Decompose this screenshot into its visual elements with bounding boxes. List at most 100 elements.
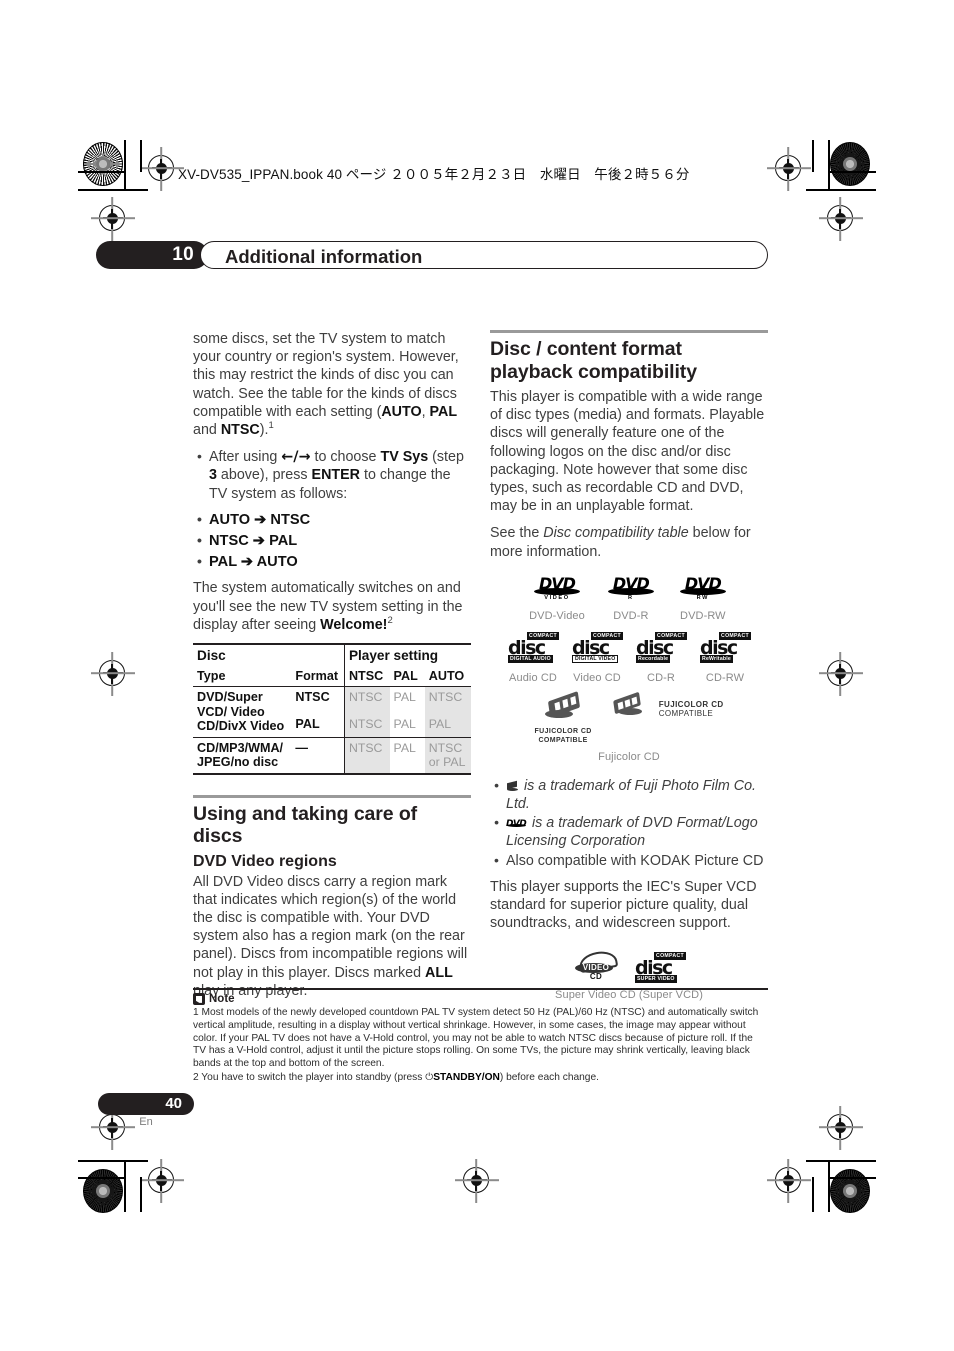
- see-table-pre: See the: [490, 525, 544, 542]
- registration-rosette-top-left: [83, 142, 123, 186]
- section-heading-compatibility: Disc / content format playback compatibi…: [490, 338, 697, 383]
- table-header-disc: Disc: [193, 643, 345, 667]
- logo-caption: CD-RW: [705, 671, 745, 684]
- dvd-r-logo-icon: DVD R: [605, 574, 657, 602]
- footnote-ref-2: 2: [387, 615, 393, 627]
- table-col-format: Format: [295, 669, 339, 684]
- crop-mark-br-h: [806, 1160, 876, 1162]
- note-block: Note 1 Most models of the newly develope…: [193, 988, 768, 1085]
- section-rule: [490, 330, 768, 333]
- see-table-italic: Disc compatibility table: [543, 525, 689, 542]
- table-col-ntsc: NTSC: [343, 666, 390, 687]
- tv-system-transitions: AUTO ➔ NTSC NTSC ➔ PAL PAL ➔ AUTO: [193, 510, 471, 572]
- table-cell-format: PAL: [295, 716, 320, 731]
- registration-rosette-bottom-left: [83, 1169, 123, 1213]
- svcd-video-cd-logo-icon: VIDEO CD: [573, 949, 619, 982]
- note-2-bold: STANDBY/ON: [433, 1072, 500, 1084]
- tv-system-steps: After using ←/→ to choose TV Sys (step 3…: [193, 447, 471, 503]
- chapter-title-bar: Additional information: [200, 241, 768, 269]
- after-bold-welcome: Welcome!: [320, 616, 388, 633]
- logo-caption: CD-R: [647, 671, 675, 684]
- list-item-trademark: DVD is a trademark of DVD Format/Logo Li…: [490, 813, 768, 850]
- dvd-regions-paragraph: All DVD Video discs carry a region mark …: [193, 873, 471, 1000]
- intro-bold-pal: PAL: [429, 403, 458, 420]
- crop-mark-tl-h2: [78, 171, 126, 173]
- svcd-cd-text: CD: [589, 972, 603, 982]
- table-cell-type: DVD/Super VCD/ Video CD/DivX Video: [193, 686, 292, 738]
- dvd-ellipse: [607, 587, 654, 595]
- svcd-video-text: VIDEO: [582, 963, 610, 973]
- intro-sep-1: ,: [421, 403, 430, 420]
- registration-target-bottom-right: [827, 1114, 853, 1140]
- dvd-sublabel: RW: [696, 594, 710, 601]
- table-col-auto: AUTO: [428, 669, 465, 684]
- audio-cd-logo-icon: COMPACT disc DIGITAL AUDIO: [508, 631, 559, 664]
- list-item-transition: AUTO ➔ NTSC: [193, 510, 471, 529]
- tv-system-table: Disc Player setting Type Format NTSC PAL…: [193, 643, 471, 775]
- logo-video-cd: COMPACT disc DIGITAL VIDEO Video CD: [572, 631, 623, 684]
- intro-bold-auto: AUTO: [381, 403, 422, 420]
- table-cell-pal: PAL: [389, 709, 425, 738]
- crop-mark-tl-h: [78, 189, 148, 191]
- page-language: En: [139, 1116, 153, 1128]
- dvd-sublabel: VIDEO: [544, 594, 570, 601]
- crop-mark-br-v2: [812, 1177, 814, 1212]
- step-pre: After using: [209, 449, 282, 466]
- fujicolor-logo-group: FUJICOLOR CD COMPATIBLE FUJICOLOR CD COM…: [490, 690, 768, 763]
- logo-caption: Fujicolor CD: [598, 750, 660, 763]
- cd-r-logo-icon: COMPACT disc Recordable: [636, 631, 687, 664]
- crop-mark-bl-v2: [140, 1177, 142, 1212]
- fujicolor-label-line-2: COMPATIBLE: [538, 736, 588, 744]
- trademark-text: is a trademark of DVD Format/Logo Licens…: [506, 815, 758, 850]
- table-cell-pal: PAL: [389, 736, 425, 775]
- registration-target-top-right: [775, 155, 801, 181]
- fujicolor-label-line-1: FUJICOLOR CD: [534, 727, 592, 735]
- list-item-transition: PAL ➔ AUTO: [193, 552, 471, 571]
- fuji-mark-icon: [506, 780, 520, 791]
- table-cell-ntsc: NTSC: [343, 736, 390, 775]
- step-bold-number: 3: [209, 467, 217, 484]
- right-column: Disc / content format playback compatibi…: [490, 330, 768, 1001]
- region-bold-all: ALL: [425, 964, 453, 981]
- dvd-ellipse: [679, 587, 726, 595]
- discs-care-section: Using and taking care of discs DVD Video…: [193, 794, 471, 1000]
- dvd-sublabel: R: [628, 594, 634, 601]
- footnote-ref-1: 1: [268, 420, 274, 432]
- table-row: CD/MP3/WMA/ JPEG/no disc — NTSC PAL NTSC…: [193, 736, 471, 775]
- chapter-title: Additional information: [225, 246, 423, 267]
- logo-caption: DVD-RW: [680, 609, 726, 622]
- compatibility-paragraph-1: This player is compatible with a wide ra…: [490, 389, 765, 515]
- svcd-paragraph: This player supports the IEC's Super VCD…: [490, 878, 757, 932]
- cd-sublabel: Recordable: [636, 654, 671, 663]
- book-source-line: XV-DV535_IPPAN.book 40 ページ ２００５年２月２３日 水曜…: [178, 167, 690, 182]
- document-page: XV-DV535_IPPAN.book 40 ページ ２００５年２月２３日 水曜…: [0, 0, 954, 1351]
- video-cd-logo-icon: COMPACT disc DIGITAL VIDEO: [572, 631, 623, 664]
- registration-target-mid-right: [827, 205, 853, 231]
- section-heading-discs-care: Using and taking care of discs: [193, 802, 418, 848]
- fujicolor-mark-icon: [612, 691, 654, 722]
- intro-bold-ntsc: NTSC: [220, 422, 260, 439]
- dvd-rw-logo-icon: DVD RW: [677, 574, 729, 602]
- crop-mark-br-h2: [828, 1177, 876, 1179]
- note-item-1: 1 Most models of the newly developed cou…: [193, 1007, 759, 1069]
- table-cell-auto: PAL: [424, 709, 471, 738]
- table-cell-type: CD/MP3/WMA/ JPEG/no disc: [193, 736, 292, 775]
- table-row-group-header: Disc Player setting: [193, 643, 471, 667]
- table-cell-pal: PAL: [389, 686, 425, 710]
- registration-target-left-mid: [99, 660, 125, 686]
- list-item-step: After using ←/→ to choose TV Sys (step 3…: [193, 447, 471, 503]
- crop-mark-br-v: [828, 1160, 830, 1212]
- cd-logo-group: COMPACT disc DIGITAL AUDIO Audio CD COMP…: [490, 631, 768, 684]
- crop-mark-tr-v: [828, 140, 830, 190]
- note-header: Note: [193, 993, 768, 1006]
- logo-dvd-r: DVD R DVD-R: [605, 574, 657, 622]
- list-item-trademark: Also compatible with KODAK Picture CD: [490, 851, 768, 870]
- fujicolor-label-line-1: FUJICOLOR CD: [658, 699, 724, 709]
- trademark-text: Also compatible with KODAK Picture CD: [506, 852, 764, 869]
- registration-target-bottom-center: [463, 1167, 489, 1193]
- registration-target-right-mid: [827, 660, 853, 686]
- note-2-pre: 2 You have to switch the player into sta…: [193, 1072, 426, 1084]
- logo-dvd-video: DVD VIDEO DVD-Video: [529, 574, 585, 622]
- list-item-trademark: is a trademark of Fuji Photo Film Co. Lt…: [490, 776, 768, 813]
- cd-sublabel: DIGITAL VIDEO: [572, 654, 619, 663]
